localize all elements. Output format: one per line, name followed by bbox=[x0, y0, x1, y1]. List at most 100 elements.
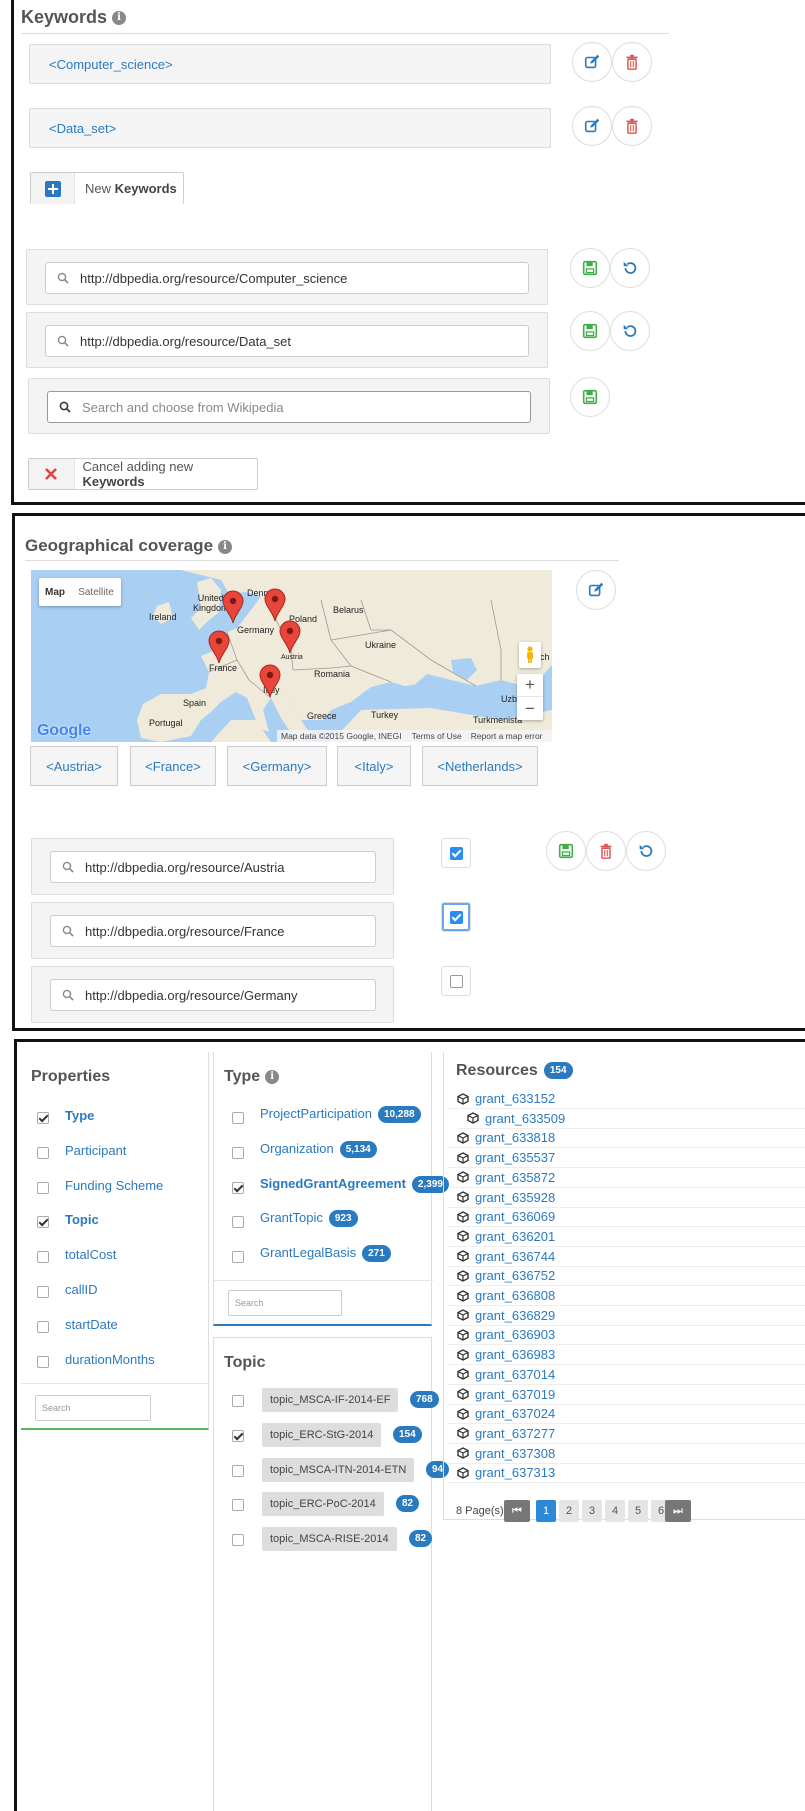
type-link[interactable]: SignedGrantAgreement 2,399 bbox=[260, 1176, 449, 1193]
property-checkbox[interactable] bbox=[37, 1320, 49, 1333]
resource-link[interactable]: grant_636829 bbox=[475, 1308, 555, 1323]
property-checkbox[interactable] bbox=[37, 1216, 49, 1229]
page-button[interactable]: 5 bbox=[628, 1500, 648, 1522]
topic-chip[interactable]: topic_MSCA-ITN-2014-ETN bbox=[262, 1457, 415, 1482]
map[interactable]: Map Satellite United Kingdom Ireland Den… bbox=[31, 570, 552, 742]
info-icon[interactable]: i bbox=[265, 1069, 280, 1084]
properties-search-input[interactable]: Search bbox=[35, 1395, 151, 1421]
map-type-satellite[interactable]: Satellite bbox=[71, 578, 121, 606]
save-button[interactable] bbox=[546, 831, 586, 871]
edit-button[interactable] bbox=[572, 42, 612, 82]
topic-chip[interactable]: topic_MSCA-IF-2014-EF bbox=[262, 1388, 399, 1412]
cancel-new-keywords-button[interactable]: Cancel adding new Keywords bbox=[28, 458, 258, 490]
type-checkbox[interactable] bbox=[232, 1216, 244, 1229]
report-map-error-link[interactable]: Report a map error bbox=[468, 731, 546, 741]
terms-link[interactable]: Terms of Use bbox=[406, 731, 468, 741]
edit-button[interactable] bbox=[572, 106, 612, 146]
page-button[interactable]: 4 bbox=[605, 1500, 625, 1522]
country-uri-input[interactable]: http://dbpedia.org/resource/Austria bbox=[50, 851, 376, 883]
type-checkbox[interactable] bbox=[232, 1146, 244, 1159]
country-uri-input[interactable]: http://dbpedia.org/resource/France bbox=[50, 915, 376, 947]
country-item[interactable]: <Germany> bbox=[227, 746, 327, 786]
country-checkbox[interactable] bbox=[441, 902, 471, 932]
resource-link[interactable]: grant_636983 bbox=[475, 1347, 555, 1362]
undo-button[interactable] bbox=[626, 831, 666, 871]
keyword-uri-input[interactable]: http://dbpedia.org/resource/Data_set bbox=[45, 325, 529, 357]
map-marker-italy[interactable] bbox=[259, 664, 281, 698]
property-link[interactable]: startDate bbox=[65, 1317, 118, 1332]
country-item[interactable]: <Austria> bbox=[30, 746, 118, 786]
property-checkbox[interactable] bbox=[37, 1286, 49, 1298]
topic-chip[interactable]: topic_ERC-PoC-2014 bbox=[262, 1492, 384, 1517]
property-link[interactable]: callID bbox=[65, 1282, 98, 1297]
undo-button[interactable] bbox=[610, 248, 650, 288]
country-checkbox[interactable] bbox=[441, 838, 471, 868]
resource-link[interactable]: grant_637277 bbox=[475, 1426, 555, 1441]
undo-button[interactable] bbox=[610, 311, 650, 351]
resource-link[interactable]: grant_633818 bbox=[475, 1130, 555, 1145]
map-marker-netherlands[interactable] bbox=[264, 588, 286, 622]
topic-checkbox[interactable] bbox=[232, 1429, 244, 1442]
resource-link[interactable]: grant_635928 bbox=[475, 1190, 555, 1205]
property-link[interactable]: Type bbox=[65, 1108, 94, 1123]
resource-link[interactable]: grant_635537 bbox=[475, 1150, 555, 1165]
info-icon[interactable]: i bbox=[112, 11, 127, 26]
topic-checkbox[interactable] bbox=[232, 1464, 244, 1477]
map-marker-austria[interactable] bbox=[279, 620, 301, 654]
resource-link[interactable]: grant_635872 bbox=[475, 1170, 555, 1185]
type-checkbox[interactable] bbox=[232, 1251, 244, 1264]
delete-button[interactable] bbox=[612, 42, 652, 82]
zoom-out-button[interactable]: − bbox=[517, 697, 543, 720]
zoom-in-button[interactable]: + bbox=[517, 674, 543, 697]
property-checkbox[interactable] bbox=[37, 1355, 49, 1368]
type-link[interactable]: GrantLegalBasis 271 bbox=[260, 1245, 391, 1263]
country-checkbox[interactable] bbox=[441, 966, 471, 996]
new-keywords-button[interactable]: New Keywords bbox=[30, 172, 184, 204]
edit-button[interactable] bbox=[576, 570, 616, 610]
property-link[interactable]: Participant bbox=[65, 1143, 126, 1158]
resource-link[interactable]: grant_636903 bbox=[475, 1327, 555, 1342]
keyword-item[interactable]: <Data_set> bbox=[29, 108, 551, 148]
topic-chip[interactable]: topic_MSCA-RISE-2014 bbox=[262, 1527, 397, 1552]
resource-link[interactable]: grant_637014 bbox=[475, 1367, 555, 1382]
resource-link[interactable]: grant_637313 bbox=[475, 1465, 555, 1480]
type-link[interactable]: Organization 5,134 bbox=[260, 1141, 377, 1158]
resource-link[interactable]: grant_637019 bbox=[475, 1387, 555, 1402]
resource-link[interactable]: grant_636201 bbox=[475, 1229, 555, 1244]
resource-link[interactable]: grant_636744 bbox=[475, 1249, 555, 1264]
type-link[interactable]: GrantTopic 923 bbox=[260, 1210, 358, 1228]
property-checkbox[interactable] bbox=[37, 1146, 49, 1159]
country-item[interactable]: <Netherlands> bbox=[422, 746, 538, 786]
resource-link[interactable]: grant_637308 bbox=[475, 1446, 555, 1461]
resource-link[interactable]: grant_636808 bbox=[475, 1288, 555, 1303]
type-checkbox[interactable] bbox=[232, 1181, 244, 1194]
type-search-input[interactable]: Search bbox=[228, 1290, 342, 1316]
topic-checkbox[interactable] bbox=[232, 1534, 244, 1547]
resource-link[interactable]: grant_633152 bbox=[475, 1091, 555, 1106]
page-button[interactable]: 2 bbox=[559, 1500, 579, 1522]
property-link[interactable]: totalCost bbox=[65, 1247, 116, 1262]
delete-button[interactable] bbox=[612, 106, 652, 146]
topic-chip[interactable]: topic_ERC-StG-2014 bbox=[262, 1422, 382, 1447]
property-link[interactable]: Topic bbox=[65, 1212, 99, 1227]
keyword-item[interactable]: <Computer_science> bbox=[29, 44, 551, 84]
wikipedia-search-input[interactable]: Search and choose from Wikipedia bbox=[47, 391, 531, 423]
info-icon[interactable]: i bbox=[218, 539, 233, 554]
property-link[interactable]: durationMonths bbox=[65, 1352, 155, 1367]
save-button[interactable] bbox=[570, 248, 610, 288]
property-link[interactable]: Funding Scheme bbox=[65, 1178, 163, 1193]
country-uri-input[interactable]: http://dbpedia.org/resource/Germany bbox=[50, 979, 376, 1011]
save-button[interactable] bbox=[570, 311, 610, 351]
resource-link[interactable]: grant_636069 bbox=[475, 1209, 555, 1224]
resource-link[interactable]: grant_637024 bbox=[475, 1406, 555, 1421]
last-page-button[interactable]: ⏭ bbox=[665, 1500, 691, 1522]
page-button[interactable]: 3 bbox=[582, 1500, 602, 1522]
resource-link[interactable]: grant_633509 bbox=[485, 1111, 565, 1126]
save-button[interactable] bbox=[570, 377, 610, 417]
topic-checkbox[interactable] bbox=[232, 1395, 244, 1407]
property-checkbox[interactable] bbox=[37, 1251, 49, 1264]
type-link[interactable]: ProjectParticipation 10,288 bbox=[260, 1106, 421, 1124]
property-checkbox[interactable] bbox=[37, 1181, 49, 1194]
delete-button[interactable] bbox=[586, 831, 626, 871]
pegman-icon[interactable] bbox=[519, 642, 541, 668]
